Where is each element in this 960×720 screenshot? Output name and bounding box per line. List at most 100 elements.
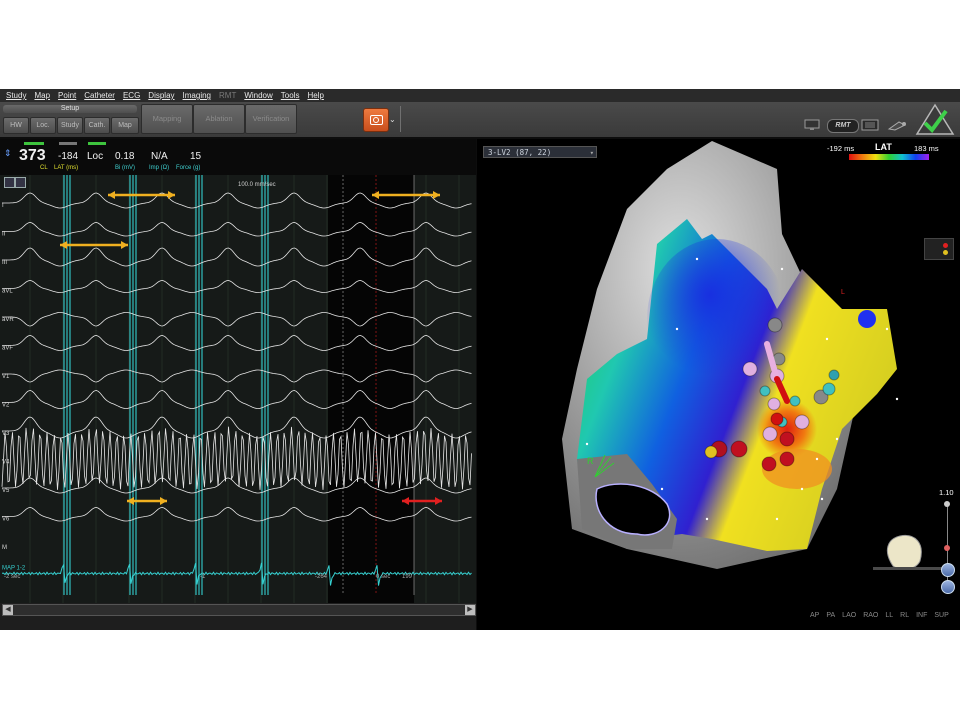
setup-group-label: Setup bbox=[3, 105, 137, 113]
zoom-slider-thumb[interactable] bbox=[944, 501, 950, 507]
camera-icon[interactable] bbox=[363, 108, 389, 132]
menu-window[interactable]: Window bbox=[244, 91, 272, 100]
cath-button[interactable]: Cath. bbox=[84, 117, 110, 134]
lat-color-scale[interactable] bbox=[849, 154, 929, 160]
ablation-button[interactable]: Ablation bbox=[193, 104, 245, 134]
lead-label: V3 bbox=[2, 431, 10, 437]
legend-dot-icon bbox=[943, 250, 948, 255]
orientation-heart-icon[interactable] bbox=[886, 534, 922, 570]
ablation-tag[interactable] bbox=[730, 440, 748, 458]
checkmark-icon[interactable] bbox=[915, 103, 955, 136]
expand-icon[interactable]: ⇕ bbox=[4, 148, 12, 159]
menu-help[interactable]: Help bbox=[307, 91, 323, 100]
view-sup-button[interactable]: SUP bbox=[934, 612, 948, 619]
ablation-tag[interactable] bbox=[704, 445, 718, 459]
verification-button[interactable]: Verification bbox=[245, 104, 297, 134]
ablation-tag[interactable] bbox=[794, 414, 810, 430]
menu-point[interactable]: Point bbox=[58, 91, 76, 100]
lat-scale-title: LAT bbox=[875, 142, 892, 152]
menu-study[interactable]: Study bbox=[6, 91, 26, 100]
map-point bbox=[660, 487, 664, 491]
map-panel: R L 3-LV2 (87, 22) ▾ -192 ms LAT 183 ms … bbox=[477, 139, 960, 630]
early-activation-region bbox=[647, 239, 787, 399]
view-rao-button[interactable]: RAO bbox=[863, 612, 878, 619]
ablation-tag[interactable] bbox=[770, 412, 784, 426]
rmt-label: RMT bbox=[835, 122, 851, 129]
map-point bbox=[780, 267, 784, 271]
ablation-tag[interactable] bbox=[761, 456, 777, 472]
bi-value: 0.18 bbox=[115, 151, 135, 162]
cl-value: 373 bbox=[19, 147, 46, 164]
map-point bbox=[800, 487, 804, 491]
carto-application: Study Map Point Catheter ECG Display Ima… bbox=[0, 89, 960, 630]
mapping-button[interactable]: Mapping bbox=[141, 104, 193, 134]
camera-lens bbox=[373, 117, 379, 123]
lead-label: M bbox=[2, 545, 7, 551]
rotate-down-icon[interactable] bbox=[941, 563, 955, 577]
view-rl-button[interactable]: RL bbox=[900, 612, 909, 619]
ablation-tag[interactable] bbox=[767, 397, 781, 411]
monitor-icon[interactable] bbox=[803, 119, 823, 131]
ablation-tag[interactable] bbox=[828, 369, 840, 381]
time-axis-label: 0 sec bbox=[376, 574, 390, 580]
view-pa-button[interactable]: PA bbox=[826, 612, 835, 619]
ablation-tag[interactable] bbox=[767, 317, 783, 333]
lv-activation-map[interactable]: R L bbox=[477, 139, 960, 630]
ablation-tag[interactable] bbox=[742, 361, 758, 377]
map-point bbox=[705, 517, 709, 521]
scroll-right-icon[interactable]: ▶ bbox=[465, 605, 475, 615]
lead-label: V5 bbox=[2, 488, 10, 494]
map-button[interactable]: Map bbox=[111, 117, 139, 134]
chevron-down-icon[interactable]: ⌄ bbox=[389, 115, 396, 124]
menu-map[interactable]: Map bbox=[34, 91, 50, 100]
ablation-tag[interactable] bbox=[779, 451, 795, 467]
catheter-tip-marker[interactable] bbox=[858, 310, 876, 328]
catheter-icon[interactable] bbox=[887, 119, 909, 131]
ecg-horizontal-scrollbar[interactable]: ◀ ▶ bbox=[2, 604, 476, 616]
display-icon[interactable] bbox=[861, 119, 881, 131]
ablation-tag[interactable] bbox=[822, 382, 836, 396]
scroll-left-icon[interactable]: ◀ bbox=[3, 605, 13, 615]
lead-label: V2 bbox=[2, 403, 10, 409]
view-lao-button[interactable]: LAO bbox=[842, 612, 856, 619]
menu-display[interactable]: Display bbox=[148, 91, 174, 100]
zoom-tool-icon[interactable] bbox=[4, 177, 15, 188]
ecg-traces: IIIIIIaVLaVRaVFV1V2V3V4V5V6MMAP 1-2 100.… bbox=[0, 175, 476, 603]
hw-button[interactable]: HW bbox=[3, 117, 29, 134]
point-legend[interactable] bbox=[924, 238, 954, 260]
rotate-up-icon[interactable] bbox=[941, 580, 955, 594]
chevron-down-icon: ▾ bbox=[589, 149, 594, 157]
ecg-panel: ⇕ 373 CL -184 LAT (ms) Loc 0.18 Bi (mV) … bbox=[0, 139, 476, 630]
time-axis-label: -264 bbox=[315, 574, 328, 580]
time-axis-label: 199 bbox=[402, 574, 413, 580]
imp-label: Imp (Ω) bbox=[149, 165, 170, 171]
loc-button[interactable]: Loc. bbox=[30, 117, 56, 134]
map-selector[interactable]: 3-LV2 (87, 22) ▾ bbox=[483, 146, 597, 158]
menu-imaging[interactable]: Imaging bbox=[183, 91, 211, 100]
lead-label: MAP 1-2 bbox=[2, 566, 26, 572]
ablation-tag[interactable] bbox=[789, 395, 801, 407]
map-point bbox=[675, 327, 679, 331]
study-button[interactable]: Study bbox=[57, 117, 83, 134]
lead-label: aVF bbox=[2, 346, 13, 352]
left-marker-label: L bbox=[841, 289, 845, 296]
caliper-tool-icon[interactable] bbox=[15, 177, 26, 188]
view-ap-button[interactable]: AP bbox=[810, 612, 819, 619]
map-point bbox=[885, 327, 889, 331]
menu-bar: Study Map Point Catheter ECG Display Ima… bbox=[0, 89, 960, 102]
ablation-tag[interactable] bbox=[762, 426, 778, 442]
toolbar-divider bbox=[400, 106, 401, 132]
bi-label: Bi (mV) bbox=[115, 165, 135, 171]
menu-ecg[interactable]: ECG bbox=[123, 91, 140, 100]
ablation-tag[interactable] bbox=[759, 385, 771, 397]
menu-catheter[interactable]: Catheter bbox=[84, 91, 115, 100]
imp-value: N/A bbox=[151, 151, 168, 162]
ablation-tag[interactable] bbox=[779, 431, 795, 447]
view-inf-button[interactable]: INF bbox=[916, 612, 927, 619]
lead-label: V4 bbox=[2, 460, 10, 466]
zoom-reset-icon[interactable] bbox=[944, 545, 950, 551]
menu-tools[interactable]: Tools bbox=[281, 91, 300, 100]
view-ll-button[interactable]: LL bbox=[885, 612, 893, 619]
rmt-icon[interactable]: RMT bbox=[827, 119, 859, 133]
map-point bbox=[585, 442, 589, 446]
